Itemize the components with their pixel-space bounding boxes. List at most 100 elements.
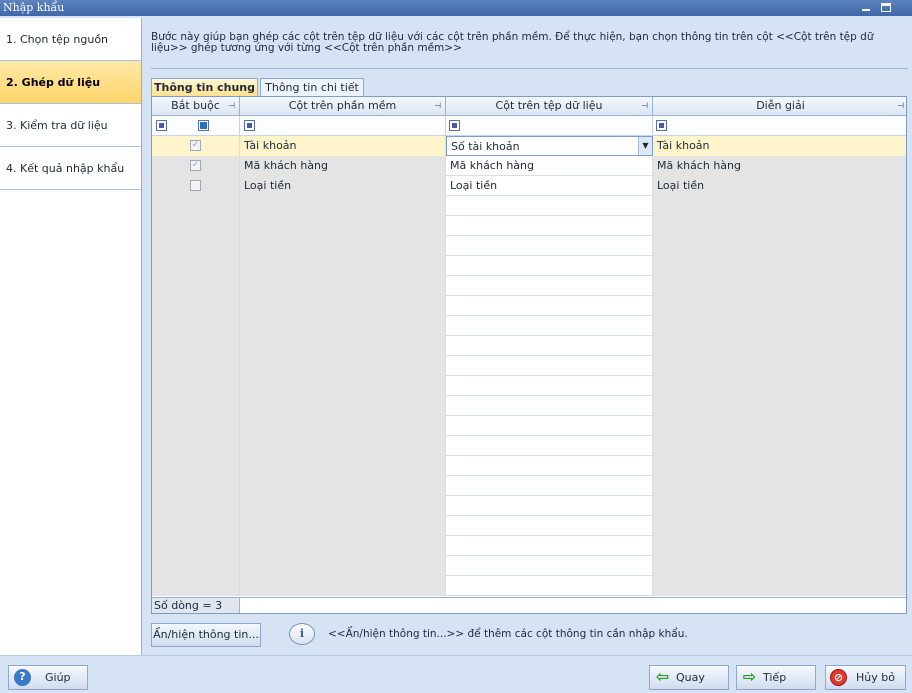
empty-cell xyxy=(152,476,240,496)
empty-cell xyxy=(152,196,240,216)
info-icon: i xyxy=(289,623,315,645)
empty-cell xyxy=(152,556,240,576)
next-label: Tiếp theo xyxy=(763,671,787,684)
empty-cell xyxy=(653,536,906,556)
row-count: Số dòng = 3 xyxy=(152,598,240,613)
filter-icon[interactable] xyxy=(156,120,167,131)
empty-cell xyxy=(653,296,906,316)
column-header-required[interactable]: Bắt buộc ⊣ xyxy=(152,97,240,116)
empty-cell xyxy=(653,336,906,356)
required-cell[interactable] xyxy=(152,176,240,196)
empty-cell xyxy=(152,256,240,276)
bottom-bar: ? Giúp ⇦ Quay lại ⇨ Tiếp theo ⊘ Hủy bỏ xyxy=(0,655,912,693)
column-header-label: Cột trên phần mềm xyxy=(288,99,397,112)
empty-cell xyxy=(152,356,240,376)
empty-cell xyxy=(152,216,240,236)
back-button[interactable]: ⇦ Quay lại xyxy=(649,665,729,690)
empty-cell xyxy=(152,336,240,356)
chevron-down-icon[interactable]: ▼ xyxy=(638,137,652,155)
step-check-data[interactable]: 3. Kiểm tra dữ liệu xyxy=(0,104,141,147)
column-header-software[interactable]: Cột trên phần mềm ⊣ xyxy=(240,97,446,116)
filter-icon[interactable] xyxy=(656,120,667,131)
description-cell: Loại tiền xyxy=(653,176,906,196)
empty-cell xyxy=(446,436,653,456)
table-row[interactable]: Loại tiền Loại tiền Loại tiền xyxy=(152,176,906,196)
maximize-button[interactable] xyxy=(877,0,895,16)
empty-row xyxy=(152,536,906,556)
empty-cell xyxy=(240,236,446,256)
software-column-cell: Tài khoản xyxy=(240,136,446,156)
show-hide-info-button[interactable]: Ẩn/hiện thông tin... xyxy=(151,623,261,647)
empty-cell xyxy=(653,376,906,396)
empty-row xyxy=(152,576,906,596)
required-checkbox[interactable]: ✓ xyxy=(190,160,201,171)
filter-checkbox-icon[interactable] xyxy=(198,120,209,131)
tab-general-info[interactable]: Thông tin chung xyxy=(151,78,258,97)
empty-cell xyxy=(240,496,446,516)
empty-cell xyxy=(446,456,653,476)
empty-cell xyxy=(653,356,906,376)
empty-cell xyxy=(446,556,653,576)
empty-cell xyxy=(240,476,446,496)
filter-icon[interactable] xyxy=(449,120,460,131)
empty-cell xyxy=(446,196,653,216)
file-column-cell[interactable]: Loại tiền xyxy=(446,176,653,196)
empty-cell xyxy=(240,556,446,576)
empty-cell xyxy=(240,376,446,396)
pin-icon[interactable]: ⊣ xyxy=(640,101,649,110)
empty-cell xyxy=(240,576,446,596)
empty-cell xyxy=(446,236,653,256)
help-icon: ? xyxy=(14,669,31,686)
filter-cell-file[interactable] xyxy=(446,116,653,136)
empty-cell xyxy=(152,376,240,396)
empty-row xyxy=(152,396,906,416)
step-map-data[interactable]: 2. Ghép dữ liệu xyxy=(0,61,141,104)
cancel-icon: ⊘ xyxy=(830,669,847,686)
column-header-description[interactable]: Diễn giải ⊣ xyxy=(653,97,906,116)
file-column-select[interactable]: Số tài khoản ▼ xyxy=(446,136,653,156)
empty-cell xyxy=(240,516,446,536)
empty-cell xyxy=(152,456,240,476)
filter-cell-software[interactable] xyxy=(240,116,446,136)
empty-row xyxy=(152,356,906,376)
empty-cell xyxy=(240,456,446,476)
file-column-cell[interactable]: Mã khách hàng xyxy=(446,156,653,176)
empty-cell xyxy=(653,236,906,256)
step-choose-source[interactable]: 1. Chọn tệp nguồn xyxy=(0,18,141,61)
filter-cell-description[interactable] xyxy=(653,116,906,136)
table-row[interactable]: ✓ Tài khoản Số tài khoản ▼ Tài khoản xyxy=(152,136,906,156)
minimize-icon xyxy=(862,9,870,11)
arrow-right-icon: ⇨ xyxy=(742,667,757,686)
step-import-result[interactable]: 4. Kết quả nhập khẩu xyxy=(0,147,141,190)
filter-icon[interactable] xyxy=(244,120,255,131)
cancel-label: Hủy bỏ xyxy=(856,671,895,684)
window-title-bar: Nhập khẩu xyxy=(0,0,912,16)
required-checkbox[interactable]: ✓ xyxy=(190,140,201,151)
empty-cell xyxy=(446,416,653,436)
cancel-button[interactable]: ⊘ Hủy bỏ xyxy=(825,665,906,690)
empty-row xyxy=(152,296,906,316)
empty-cell xyxy=(446,576,653,596)
required-cell[interactable]: ✓ xyxy=(152,156,240,176)
filter-cell-required[interactable] xyxy=(152,116,240,136)
empty-cell xyxy=(152,296,240,316)
filter-row xyxy=(152,116,906,136)
required-cell[interactable]: ✓ xyxy=(152,136,240,156)
column-header-file[interactable]: Cột trên tệp dữ liệu ⊣ xyxy=(446,97,653,116)
pin-icon[interactable]: ⊣ xyxy=(227,101,236,110)
empty-cell xyxy=(446,336,653,356)
tab-detail-info[interactable]: Thông tin chi tiết xyxy=(260,78,364,97)
required-checkbox[interactable] xyxy=(190,180,201,191)
mapping-grid: Bắt buộc ⊣ Cột trên phần mềm ⊣ Cột trên … xyxy=(151,96,907,614)
empty-cell xyxy=(653,436,906,456)
next-button[interactable]: ⇨ Tiếp theo xyxy=(736,665,816,690)
back-label: Quay lại xyxy=(676,671,705,684)
pin-icon[interactable]: ⊣ xyxy=(433,101,442,110)
help-button[interactable]: ? Giúp xyxy=(8,665,88,690)
empty-cell xyxy=(446,536,653,556)
help-label: Giúp xyxy=(45,671,71,684)
empty-row xyxy=(152,236,906,256)
minimize-button[interactable] xyxy=(857,0,875,16)
table-row[interactable]: ✓ Mã khách hàng Mã khách hàng Mã khách h… xyxy=(152,156,906,176)
pin-icon[interactable]: ⊣ xyxy=(896,101,905,110)
